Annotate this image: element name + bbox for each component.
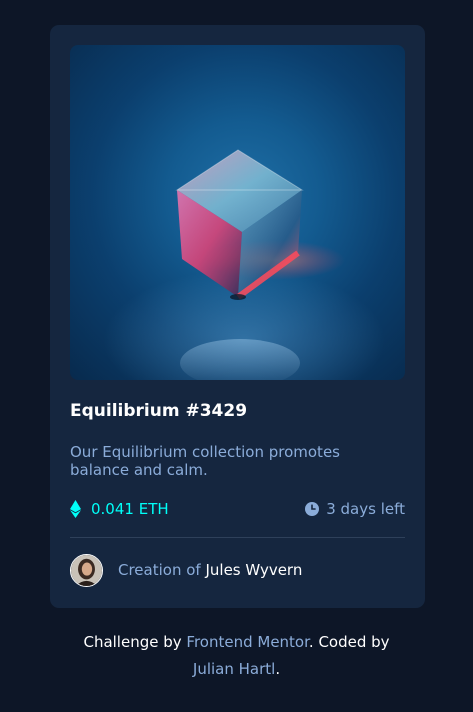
nft-title[interactable]: Equilibrium #3429 bbox=[70, 401, 247, 421]
price-info: 0.041 ETH bbox=[70, 499, 169, 519]
clock-icon bbox=[305, 502, 320, 516]
card-divider bbox=[70, 537, 405, 538]
nft-card: Equilibrium #3429 Our Equilibrium collec… bbox=[50, 25, 425, 608]
attribution-middle: . Coded by bbox=[308, 633, 390, 651]
avatar bbox=[70, 553, 103, 587]
attribution-prefix: Challenge by bbox=[83, 633, 187, 651]
attribution-suffix: . bbox=[275, 660, 281, 678]
author-link[interactable]: Julian Hartl bbox=[193, 660, 275, 678]
time-info: 3 days left bbox=[305, 499, 405, 519]
avatar-image bbox=[71, 554, 102, 586]
nft-description: Our Equilibrium collection promotes bala… bbox=[70, 443, 340, 479]
ethereum-icon bbox=[70, 500, 81, 518]
price-value: 0.041 ETH bbox=[91, 500, 169, 518]
time-left-value: 3 days left bbox=[326, 500, 405, 518]
creator-name-link[interactable]: Jules Wyvern bbox=[205, 561, 302, 579]
creator-row: Creation of Jules Wyvern bbox=[70, 553, 302, 587]
frontend-mentor-link[interactable]: Frontend Mentor bbox=[186, 633, 309, 651]
cube-artwork bbox=[175, 149, 345, 380]
creator-label: Creation of bbox=[118, 561, 206, 579]
nft-image[interactable] bbox=[70, 45, 405, 380]
attribution-footer: Challenge by Frontend Mentor. Coded by J… bbox=[0, 629, 473, 683]
